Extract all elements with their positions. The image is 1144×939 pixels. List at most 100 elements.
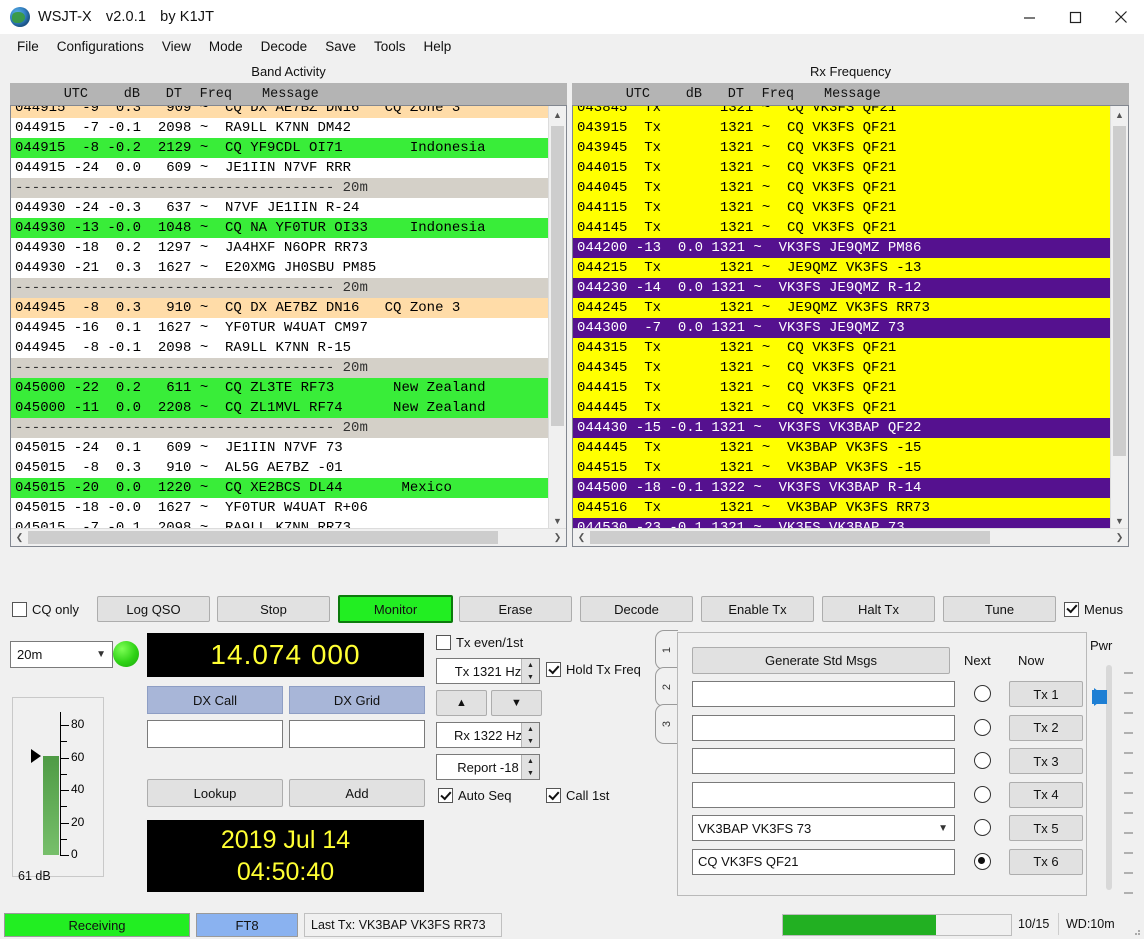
menu-item-save[interactable]: Save <box>316 36 365 57</box>
menu-item-decode[interactable]: Decode <box>252 36 317 57</box>
dx-call-label[interactable]: DX Call <box>147 686 283 714</box>
decode-row[interactable]: 044915 -8 -0.2 2129 ~ CQ YF9CDL OI71 Ind… <box>11 138 549 158</box>
decode-button[interactable]: Decode <box>580 596 693 622</box>
menus-checkbox[interactable]: Menus <box>1064 602 1123 617</box>
decode-row[interactable]: 044145 Tx 1321 ~ CQ VK3FS QF21 <box>573 218 1111 238</box>
halt-tx-button[interactable]: Halt Tx <box>822 596 935 622</box>
decode-row[interactable]: 044445 Tx 1321 ~ CQ VK3FS QF21 <box>573 398 1111 418</box>
lookup-button[interactable]: Lookup <box>147 779 283 807</box>
decode-row[interactable]: 044515 Tx 1321 ~ VK3BAP VK3FS -15 <box>573 458 1111 478</box>
scroll-down-icon[interactable]: ▼ <box>1111 512 1128 529</box>
stop-button[interactable]: Stop <box>217 596 330 622</box>
next-radio-6[interactable] <box>974 853 991 870</box>
decode-row[interactable]: 044500 -18 -0.1 1322 ~ VK3FS VK3BAP R-14 <box>573 478 1111 498</box>
hscrollbar-thumb[interactable] <box>28 531 498 544</box>
decode-row[interactable]: 044345 Tx 1321 ~ CQ VK3FS QF21 <box>573 358 1111 378</box>
tx-freq-up-button[interactable]: ▲ <box>436 690 487 716</box>
cq-only-checkbox[interactable]: CQ only <box>12 602 79 617</box>
band-activity-hscrollbar[interactable]: ❮ ❯ <box>11 528 566 546</box>
menu-item-file[interactable]: File <box>8 36 48 57</box>
hscroll-track[interactable] <box>590 531 1111 544</box>
spinner-arrows[interactable]: ▲▼ <box>521 755 539 779</box>
scroll-left-icon[interactable]: ❮ <box>573 532 590 543</box>
decode-row[interactable]: 044945 -8 -0.1 2098 ~ RA9LL K7NN R-15 <box>11 338 549 358</box>
decode-row[interactable]: 044915 -9 0.3 909 ~ CQ DX AE7BZ DN16 CQ … <box>11 105 549 118</box>
decode-row[interactable]: 044930 -18 0.2 1297 ~ JA4HXF N6OPR RR73 <box>11 238 549 258</box>
scrollbar-thumb[interactable] <box>1113 126 1126 456</box>
decode-row[interactable]: 044415 Tx 1321 ~ CQ VK3FS QF21 <box>573 378 1111 398</box>
menu-item-help[interactable]: Help <box>414 36 460 57</box>
decode-row[interactable]: 044315 Tx 1321 ~ CQ VK3FS QF21 <box>573 338 1111 358</box>
resize-grip-icon[interactable] <box>1131 926 1141 936</box>
tx-freq-down-button[interactable]: ▼ <box>491 690 542 716</box>
decode-row[interactable]: 045015 -18 -0.0 1627 ~ YF0TUR W4UAT R+06 <box>11 498 549 518</box>
decode-row[interactable]: -------------------------------------- 2… <box>11 418 549 438</box>
decode-row[interactable]: 044915 -7 -0.1 2098 ~ RA9LL K7NN DM42 <box>11 118 549 138</box>
tx-message-field-6[interactable]: CQ VK3FS QF21 <box>692 849 955 875</box>
decode-row[interactable]: 043845 Tx 1321 ~ CQ VK3FS QF21 <box>573 105 1111 118</box>
decode-row[interactable]: -------------------------------------- 2… <box>11 178 549 198</box>
menu-item-view[interactable]: View <box>153 36 200 57</box>
decode-row[interactable]: -------------------------------------- 2… <box>11 358 549 378</box>
power-slider-handle[interactable] <box>1094 688 1106 706</box>
tx-now-button-6[interactable]: Tx 6 <box>1009 849 1083 875</box>
message-tab-3[interactable]: 3 <box>655 704 678 744</box>
scroll-right-icon[interactable]: ❯ <box>1111 532 1128 543</box>
rx-frequency-vscrollbar[interactable]: ▲ ▼ <box>1110 106 1128 529</box>
decode-row[interactable]: 044945 -8 0.3 910 ~ CQ DX AE7BZ DN16 CQ … <box>11 298 549 318</box>
decode-row[interactable]: 044215 Tx 1321 ~ JE9QMZ VK3FS -13 <box>573 258 1111 278</box>
decode-row[interactable]: 044915 -24 0.0 609 ~ JE1IIN N7VF RRR <box>11 158 549 178</box>
dx-grid-input[interactable] <box>289 720 425 748</box>
decode-row[interactable]: 044430 -15 -0.1 1321 ~ VK3FS VK3BAP QF22 <box>573 418 1111 438</box>
tx-message-field-3[interactable] <box>692 748 955 774</box>
next-radio-4[interactable] <box>974 786 991 803</box>
generate-std-msgs-button[interactable]: Generate Std Msgs <box>692 647 950 674</box>
scroll-left-icon[interactable]: ❮ <box>11 532 28 543</box>
menu-item-tools[interactable]: Tools <box>365 36 415 57</box>
tx-message-field-1[interactable] <box>692 681 955 707</box>
scroll-right-icon[interactable]: ❯ <box>549 532 566 543</box>
rx-frequency-hscrollbar[interactable]: ❮ ❯ <box>573 528 1128 546</box>
hold-tx-freq-checkbox[interactable]: Hold Tx Freq <box>546 662 641 677</box>
minimize-icon[interactable] <box>1006 0 1052 34</box>
decode-row[interactable]: 043915 Tx 1321 ~ CQ VK3FS QF21 <box>573 118 1111 138</box>
report-spinbox[interactable]: Report -18 ▲▼ <box>436 754 540 780</box>
tune-button[interactable]: Tune <box>943 596 1056 622</box>
decode-row[interactable]: 044945 -16 0.1 1627 ~ YF0TUR W4UAT CM97 <box>11 318 549 338</box>
decode-row[interactable]: 044245 Tx 1321 ~ JE9QMZ VK3FS RR73 <box>573 298 1111 318</box>
tx-now-button-4[interactable]: Tx 4 <box>1009 782 1083 808</box>
message-tab-1[interactable]: 1 <box>655 630 678 670</box>
decode-row[interactable]: 044230 -14 0.0 1321 ~ VK3FS JE9QMZ R-12 <box>573 278 1111 298</box>
decode-row[interactable]: 044200 -13 0.0 1321 ~ VK3FS JE9QMZ PM86 <box>573 238 1111 258</box>
close-icon[interactable] <box>1098 0 1144 34</box>
rx-frequency-list[interactable]: 043845 Tx 1321 ~ CQ VK3FS QF21043915 Tx … <box>572 105 1129 547</box>
decode-row[interactable]: 045015 -24 0.1 609 ~ JE1IIN N7VF 73 <box>11 438 549 458</box>
dx-call-input[interactable] <box>147 720 283 748</box>
decode-row[interactable]: 045000 -22 0.2 611 ~ CQ ZL3TE RF73 New Z… <box>11 378 549 398</box>
decode-row[interactable]: 044930 -13 -0.0 1048 ~ CQ NA YF0TUR OI33… <box>11 218 549 238</box>
call-1st-checkbox[interactable]: Call 1st <box>546 788 609 803</box>
decode-row[interactable]: 044930 -21 0.3 1627 ~ E20XMG JH0SBU PM85 <box>11 258 549 278</box>
spinner-arrows[interactable]: ▲▼ <box>521 659 539 683</box>
decode-row[interactable]: 044115 Tx 1321 ~ CQ VK3FS QF21 <box>573 198 1111 218</box>
scrollbar-thumb[interactable] <box>551 126 564 426</box>
log-qso-button[interactable]: Log QSO <box>97 596 210 622</box>
decode-row[interactable]: 044930 -24 -0.3 637 ~ N7VF JE1IIN R-24 <box>11 198 549 218</box>
decode-row[interactable]: 045000 -11 0.0 2208 ~ CQ ZL1MVL RF74 New… <box>11 398 549 418</box>
decode-row[interactable]: 044300 -7 0.0 1321 ~ VK3FS JE9QMZ 73 <box>573 318 1111 338</box>
scroll-down-icon[interactable]: ▼ <box>549 512 566 529</box>
tx-now-button-3[interactable]: Tx 3 <box>1009 748 1083 774</box>
next-radio-2[interactable] <box>974 719 991 736</box>
decode-row[interactable]: 044045 Tx 1321 ~ CQ VK3FS QF21 <box>573 178 1111 198</box>
band-activity-list[interactable]: 044915 -9 0.3 909 ~ CQ DX AE7BZ DN16 CQ … <box>10 105 567 547</box>
tx-freq-spinbox[interactable]: Tx 1321 Hz ▲▼ <box>436 658 540 684</box>
decode-row[interactable]: 043945 Tx 1321 ~ CQ VK3FS QF21 <box>573 138 1111 158</box>
scroll-up-icon[interactable]: ▲ <box>549 106 566 123</box>
tx-message-field-4[interactable] <box>692 782 955 808</box>
erase-button[interactable]: Erase <box>459 596 572 622</box>
menu-item-configurations[interactable]: Configurations <box>48 36 153 57</box>
spinner-arrows[interactable]: ▲▼ <box>521 723 539 747</box>
monitor-button[interactable]: Monitor <box>338 595 453 623</box>
dx-grid-label[interactable]: DX Grid <box>289 686 425 714</box>
tx-now-button-1[interactable]: Tx 1 <box>1009 681 1083 707</box>
